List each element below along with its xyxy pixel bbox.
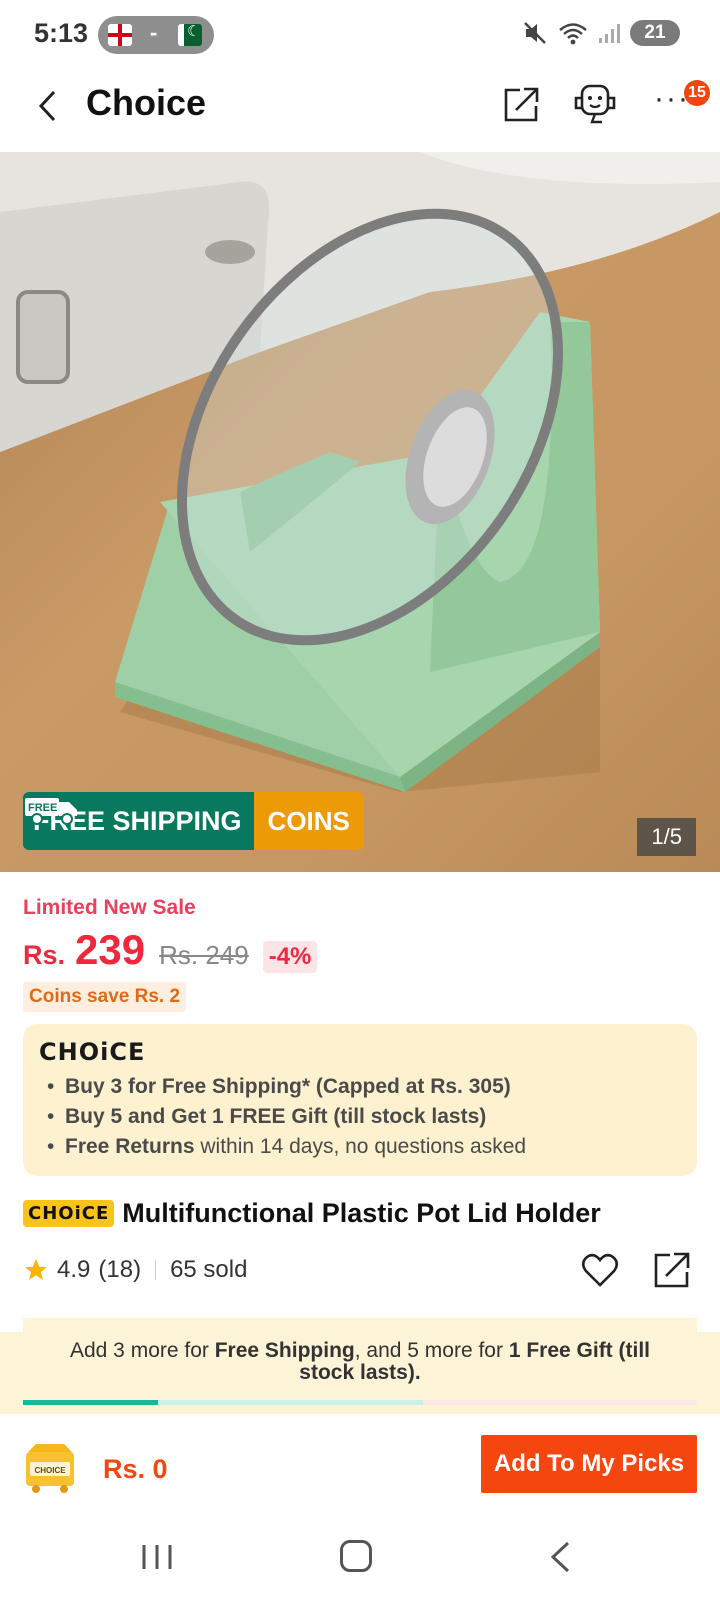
notification-badge: 15 [684,80,710,106]
current-price: 239 [75,926,146,973]
system-back-icon[interactable] [548,1540,572,1574]
product-title: Multifunctional Plastic Pot Lid Holder [122,1198,601,1228]
sold-count: 65 sold [170,1256,248,1283]
mute-icon [524,22,546,44]
status-bar: 5:13 - 21 [0,0,720,70]
share-icon[interactable] [502,84,540,124]
app-header: Choice ··· 15 [0,70,720,152]
flags-separator: - [150,20,158,45]
promo-text: Add 3 more for Free Shipping, and 5 more… [69,1339,650,1384]
choice-badge: CHOiCE [23,1200,115,1227]
product-image[interactable]: FREE FREE SHIPPING COINS 1/5 [0,152,720,872]
promo-tab [23,1318,697,1332]
customer-service-icon[interactable] [570,82,620,126]
coins-save-badge: Coins save Rs. 2 [23,982,187,1012]
benefit-item: Free Returns within 14 days, no question… [39,1132,681,1162]
truck-icon: FREE [25,798,77,825]
divider [155,1260,157,1280]
choice-box-icon[interactable]: CHOICE [22,1440,78,1496]
choice-logo: CHOiCE [39,1038,146,1066]
product-title-row: CHOiCE Multifunctional Plastic Pot Lid H… [23,1198,601,1229]
system-navigation-bar [0,1524,720,1600]
discount-badge: -4% [262,941,318,973]
back-arrow-icon[interactable] [34,88,64,124]
add-to-my-picks-button[interactable]: Add To My Picks [481,1435,697,1493]
action-bar: CHOICE Rs. 0 Add To My Picks [0,1414,720,1524]
benefit-item: Buy 3 for Free Shipping* (Capped at Rs. … [39,1072,681,1102]
progress-bar [23,1400,697,1405]
share-product-icon[interactable] [652,1250,692,1290]
currency-label: Rs. [23,940,66,970]
box-label-text: CHOICE [34,1466,66,1475]
flags-indicator: - [98,16,214,54]
image-counter: 1/5 [637,818,696,856]
sale-label: Limited New Sale [23,896,196,919]
price-row: Rs. 239 Rs. 249 -4% [23,926,318,974]
wifi-icon [559,23,587,45]
coins-text: COINS [253,792,364,850]
free-shipping-banner: FREE FREE SHIPPING COINS [23,792,364,850]
star-icon [25,1259,47,1280]
home-icon[interactable] [340,1540,372,1572]
england-flag-icon [108,24,132,46]
recent-apps-icon[interactable] [140,1542,174,1572]
free-tag-text: FREE [28,802,57,814]
signal-icon [599,24,620,43]
rating-row[interactable]: 4.9 (18) 65 sold [23,1256,247,1284]
page-title: Choice [86,82,207,123]
original-price: Rs. 249 [159,940,249,970]
picks-amount: Rs. 0 [103,1454,168,1484]
progress-fill [23,1400,158,1405]
battery-indicator: 21 [630,20,680,46]
pakistan-flag-icon [178,22,202,46]
status-time: 5:13 [34,18,89,48]
rating-value: 4.9 [57,1256,91,1283]
choice-benefits-card[interactable]: CHOiCE Buy 3 for Free Shipping* (Capped … [23,1024,697,1176]
review-count: (18) [98,1256,142,1283]
benefit-item: Buy 5 and Get 1 FREE Gift (till stock la… [39,1102,681,1132]
wishlist-heart-icon[interactable] [580,1250,620,1290]
product-illustration [0,152,720,792]
